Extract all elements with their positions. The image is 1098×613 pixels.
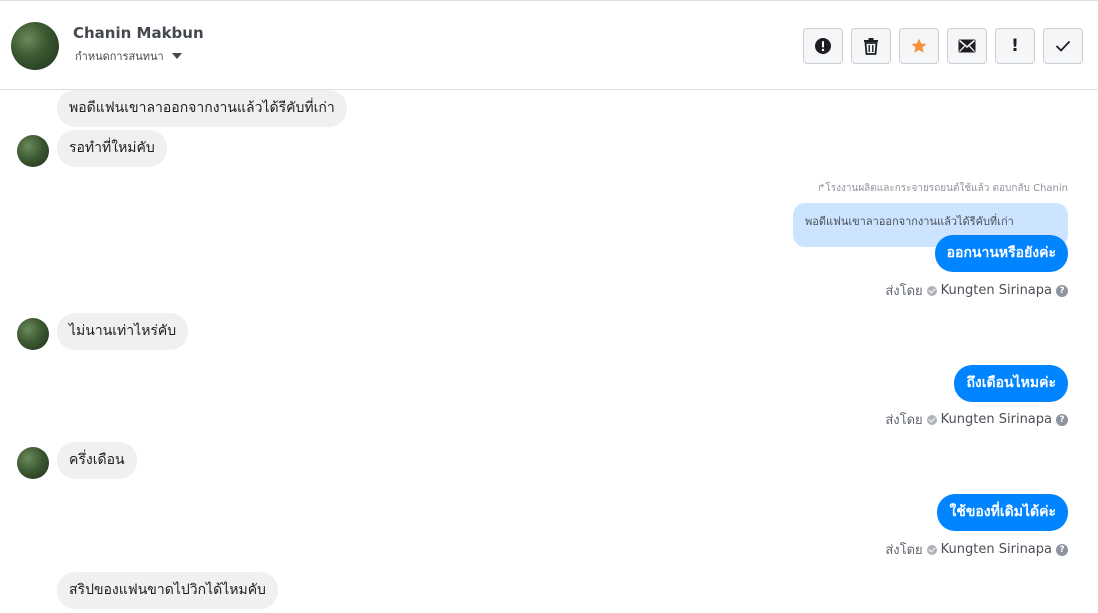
report-button[interactable]	[803, 28, 843, 64]
sent-by-info: ส่งโดย Kungten Sirinapa ?	[885, 409, 1068, 430]
conversation-toolbar: !	[803, 28, 1083, 64]
conversation-schedule-dropdown[interactable]: กำหนดการสนทนา	[75, 47, 182, 65]
sender-name[interactable]: Kungten Sirinapa	[941, 412, 1052, 427]
contact-avatar[interactable]	[11, 22, 59, 70]
check-icon	[1055, 40, 1071, 52]
verified-icon	[926, 544, 937, 555]
mark-unread-button[interactable]	[947, 28, 987, 64]
exclamation-icon: !	[1011, 36, 1019, 56]
verified-icon	[926, 414, 937, 425]
help-icon[interactable]: ?	[1056, 543, 1068, 556]
incoming-message[interactable]: พอดีแฟนเขาลาออกจากงานแล้วได้รีคับที่เก่า	[57, 90, 347, 127]
incoming-message[interactable]: สริปของแฟนขาดไปวิกได้ไหมคับ	[57, 572, 278, 609]
sent-by-info: ส่งโดย Kungten Sirinapa ?	[885, 539, 1068, 560]
help-icon[interactable]: ?	[1056, 284, 1068, 297]
sent-by-label: ส่งโดย	[885, 543, 923, 558]
incoming-message[interactable]: รอทำที่ใหม่คับ	[57, 130, 167, 167]
star-icon	[911, 38, 927, 53]
caret-down-icon	[171, 53, 182, 59]
conversation-header: Chanin Makbun กำหนดการสนทนา !	[0, 0, 1098, 90]
help-icon[interactable]: ?	[1056, 413, 1068, 426]
incoming-message[interactable]: ไม่นานเท่าไหร่คับ	[57, 313, 189, 350]
outgoing-message[interactable]: ออกนานหรือยังค่ะ	[934, 235, 1068, 272]
sender-name[interactable]: Kungten Sirinapa	[941, 283, 1052, 298]
mark-done-button[interactable]	[1043, 28, 1083, 64]
sender-name[interactable]: Kungten Sirinapa	[941, 542, 1052, 557]
alert-icon	[815, 38, 831, 54]
outgoing-message[interactable]: ใช้ของที่เดิมได้ค่ะ	[937, 494, 1068, 531]
sent-by-info: ส่งโดย Kungten Sirinapa ?	[885, 280, 1068, 301]
verified-icon	[926, 285, 937, 296]
delete-button[interactable]	[851, 28, 891, 64]
spam-button[interactable]: !	[995, 28, 1035, 64]
star-button[interactable]	[899, 28, 939, 64]
sent-by-label: ส่งโดย	[885, 413, 923, 428]
incoming-message[interactable]: ครึ่งเดือน	[57, 442, 137, 479]
contact-avatar-small	[17, 135, 49, 167]
contact-avatar-small	[17, 447, 49, 479]
outgoing-message[interactable]: ถึงเดือนไหมค่ะ	[954, 365, 1068, 402]
trash-icon	[864, 38, 878, 55]
contact-avatar-small	[17, 318, 49, 350]
contact-name[interactable]: Chanin Makbun	[73, 24, 204, 42]
reply-context: ↱โรงงานผลิตและกระจายรถยนต์ใช้แล้ว ตอบกลั…	[817, 181, 1068, 196]
conversation-schedule-label: กำหนดการสนทนา	[75, 50, 164, 63]
sent-by-label: ส่งโดย	[885, 284, 923, 299]
mail-icon	[958, 39, 976, 53]
message-thread[interactable]: พอดีแฟนเขาลาออกจากงานแล้วได้รีคับที่เก่า…	[0, 90, 1098, 613]
reply-context-text: โรงงานผลิตและกระจายรถยนต์ใช้แล้ว ตอบกลับ…	[825, 183, 1068, 194]
